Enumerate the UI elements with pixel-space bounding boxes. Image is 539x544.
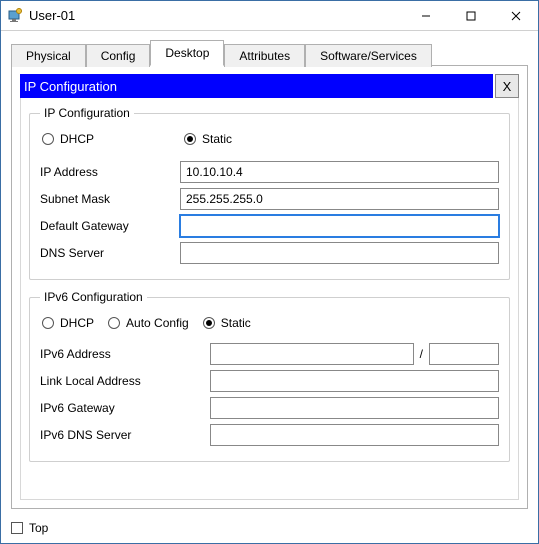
tab-panel: IP Configuration X IP Configuration DHCP… bbox=[11, 65, 528, 509]
radio-icon bbox=[108, 317, 120, 329]
app-icon bbox=[7, 8, 23, 24]
ipv6-gateway-input[interactable] bbox=[210, 397, 499, 419]
ipv4-legend: IP Configuration bbox=[40, 106, 134, 120]
ipv4-static-radio[interactable]: Static bbox=[184, 132, 232, 146]
tab-config[interactable]: Config bbox=[86, 44, 151, 67]
ipv6-mode-row: DHCP Auto Config Static bbox=[40, 310, 499, 338]
subnet-mask-label: Subnet Mask bbox=[40, 192, 180, 206]
ipv6-dns-label: IPv6 DNS Server bbox=[40, 428, 210, 442]
ipv4-mode-row: DHCP Static bbox=[40, 126, 499, 156]
app-window: User-01 Physical Config Desktop Attribut… bbox=[0, 0, 539, 544]
maximize-icon bbox=[466, 11, 476, 21]
radio-icon bbox=[42, 133, 54, 145]
maximize-button[interactable] bbox=[448, 1, 493, 30]
tab-software-services[interactable]: Software/Services bbox=[305, 44, 432, 67]
titlebar[interactable]: User-01 bbox=[1, 1, 538, 31]
ipv6-prefix-separator: / bbox=[414, 347, 429, 361]
tab-physical[interactable]: Physical bbox=[11, 44, 86, 67]
bottom-bar: Top bbox=[1, 517, 538, 543]
ipv4-group: IP Configuration DHCP Static IP Address bbox=[29, 106, 510, 280]
window-controls bbox=[403, 1, 538, 30]
ipv6-gateway-label: IPv6 Gateway bbox=[40, 401, 210, 415]
tab-attributes[interactable]: Attributes bbox=[224, 44, 305, 67]
ipv6-dhcp-label: DHCP bbox=[60, 316, 94, 330]
panel-title: IP Configuration bbox=[20, 74, 493, 98]
default-gateway-label: Default Gateway bbox=[40, 219, 180, 233]
ipv6-address-label: IPv6 Address bbox=[40, 347, 210, 361]
top-label: Top bbox=[29, 521, 48, 535]
radio-icon bbox=[42, 317, 54, 329]
ipv6-autoconfig-radio[interactable]: Auto Config bbox=[108, 316, 189, 330]
ipv6-static-radio[interactable]: Static bbox=[203, 316, 251, 330]
subnet-mask-input[interactable] bbox=[180, 188, 499, 210]
link-local-input[interactable] bbox=[210, 370, 499, 392]
ipv4-dhcp-label: DHCP bbox=[60, 132, 94, 146]
ipv6-static-label: Static bbox=[221, 316, 251, 330]
ipv6-legend: IPv6 Configuration bbox=[40, 290, 147, 304]
radio-icon bbox=[203, 317, 215, 329]
tab-strip: Physical Config Desktop Attributes Softw… bbox=[1, 31, 538, 65]
panel-body: IP Configuration DHCP Static IP Address bbox=[20, 98, 519, 500]
ipv4-static-label: Static bbox=[202, 132, 232, 146]
ipv4-dhcp-radio[interactable]: DHCP bbox=[42, 132, 94, 146]
window-title: User-01 bbox=[29, 8, 403, 23]
ipv6-group: IPv6 Configuration DHCP Auto Config Stat… bbox=[29, 290, 510, 462]
ipv6-autoconfig-label: Auto Config bbox=[126, 316, 189, 330]
close-button[interactable] bbox=[493, 1, 538, 30]
tab-desktop[interactable]: Desktop bbox=[150, 40, 224, 66]
panel-header: IP Configuration X bbox=[20, 74, 519, 98]
link-local-label: Link Local Address bbox=[40, 374, 210, 388]
radio-icon bbox=[184, 133, 196, 145]
dns-server-input[interactable] bbox=[180, 242, 499, 264]
ipv6-prefix-input[interactable] bbox=[429, 343, 499, 365]
ipv6-dns-input[interactable] bbox=[210, 424, 499, 446]
ip-address-input[interactable] bbox=[180, 161, 499, 183]
default-gateway-input[interactable] bbox=[180, 215, 499, 237]
ipv6-address-input[interactable] bbox=[210, 343, 414, 365]
top-checkbox[interactable] bbox=[11, 522, 23, 534]
panel-close-button[interactable]: X bbox=[495, 74, 519, 98]
close-icon bbox=[511, 11, 521, 21]
dns-server-label: DNS Server bbox=[40, 246, 180, 260]
ipv6-dhcp-radio[interactable]: DHCP bbox=[42, 316, 94, 330]
minimize-icon bbox=[421, 11, 431, 21]
minimize-button[interactable] bbox=[403, 1, 448, 30]
ip-address-label: IP Address bbox=[40, 165, 180, 179]
